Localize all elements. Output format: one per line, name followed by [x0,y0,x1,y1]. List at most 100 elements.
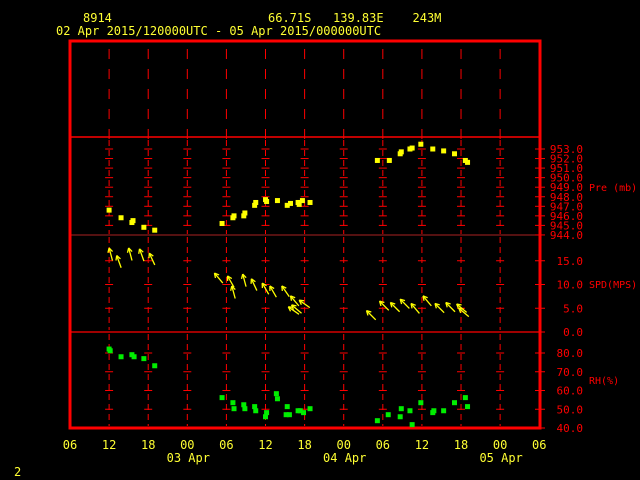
pressure-point [465,159,471,165]
x-tick-label: 12 [415,438,429,452]
rh-point [284,404,290,410]
x-date-label: 03 Apr [167,451,210,465]
rh-point [118,354,124,360]
rh-point [231,406,237,412]
y-tick-label: 50.0 [557,403,584,416]
pressure-point [287,200,293,206]
x-tick-label: 12 [258,438,272,452]
rh-point [407,408,413,414]
pressure-point [106,207,112,213]
pressure-point [274,198,280,204]
pressure-point [253,199,259,205]
x-tick-label: 06 [63,438,77,452]
pressure-point [386,157,392,163]
wind-arrow [434,302,445,314]
rh-point [264,410,270,416]
wind-arrow [422,295,432,307]
y-tick-label: 80.0 [557,347,584,360]
pressure-point [242,210,248,216]
rh-point [107,348,113,354]
x-tick-label: 18 [297,438,311,452]
rh-point [273,391,279,397]
wind-arrow [126,247,133,261]
wind-arrow [226,275,235,288]
x-tick-label: 00 [493,438,507,452]
rh-point [462,395,468,401]
x-tick-label: 00 [336,438,350,452]
y-tick-label: 0.0 [563,326,583,339]
pressure-point [409,145,415,151]
pressure-point [299,198,305,204]
wind-arrow [389,301,401,313]
x-tick-label: 06 [532,438,546,452]
pressure-point [231,213,237,219]
pressure-point [130,218,136,224]
y-tick-label: 15.0 [557,255,584,268]
wind-arrow [250,278,258,291]
x-tick-label: 12 [102,438,116,452]
x-tick-label: 18 [141,438,155,452]
pressure-series [106,141,471,233]
y-tick-label: 70.0 [557,366,584,379]
wind-arrow [378,300,390,311]
wind-arrow [148,252,156,266]
x-date-label: 04 Apr [323,451,366,465]
wind-arrow [115,255,122,268]
rh-series [106,346,471,428]
x-tick-label: 06 [376,438,390,452]
axis-name: Pre (mb) [589,183,637,194]
rh-point [230,400,236,406]
rh-point [431,408,437,414]
rh-point [409,422,415,428]
wind-arrow [365,310,377,321]
axis-name: SPD(MPS) [589,280,637,291]
rh-point [441,408,447,414]
wind-arrow [399,298,410,309]
y-tick-label: 5.0 [563,302,583,315]
rh-point [397,414,403,420]
rh-point [274,396,280,402]
rh-point [242,406,248,412]
axis-name: RH(%) [589,376,619,387]
station-chart: 953.0952.0951.0950.0949.0948.0947.0946.0… [63,39,637,465]
rh-point [131,354,137,360]
pressure-point [398,149,404,155]
rh-point [286,412,292,418]
rh-point [398,406,404,412]
pressure-point [430,146,436,152]
rh-point [385,412,391,418]
y-tick-label: 60.0 [557,385,584,398]
pressure-point [374,157,380,163]
rh-point [452,400,458,406]
pressure-point [307,199,313,205]
pressure-point [141,224,147,230]
pressure-point [452,151,458,157]
pressure-point [152,227,158,233]
wind-arrow [281,285,290,297]
rh-point [301,410,307,416]
wind-arrow [213,272,224,284]
grid [70,49,540,426]
rh-point [465,404,471,410]
pressure-point [219,220,225,226]
x-tick-label: 06 [219,438,233,452]
y-tick-label: 944.0 [550,229,583,242]
wind-arrow [138,248,145,262]
wind-series [107,247,470,321]
rh-point [307,406,313,412]
wind-arrow [230,285,236,299]
rh-point [219,395,225,401]
pressure-point [418,141,424,147]
rh-point [418,400,424,406]
x-tick-label: 00 [180,438,194,452]
wind-arrow [445,301,456,313]
pressure-point [264,199,270,205]
rh-point [253,408,259,414]
wind-arrow [269,285,277,298]
x-tick-label: 18 [454,438,468,452]
right-axis: 953.0952.0951.0950.0949.0948.0947.0946.0… [535,143,637,435]
wind-arrow [240,273,247,287]
y-tick-label: 40.0 [557,422,584,435]
rh-point [374,418,380,424]
y-tick-label: 10.0 [557,279,584,292]
